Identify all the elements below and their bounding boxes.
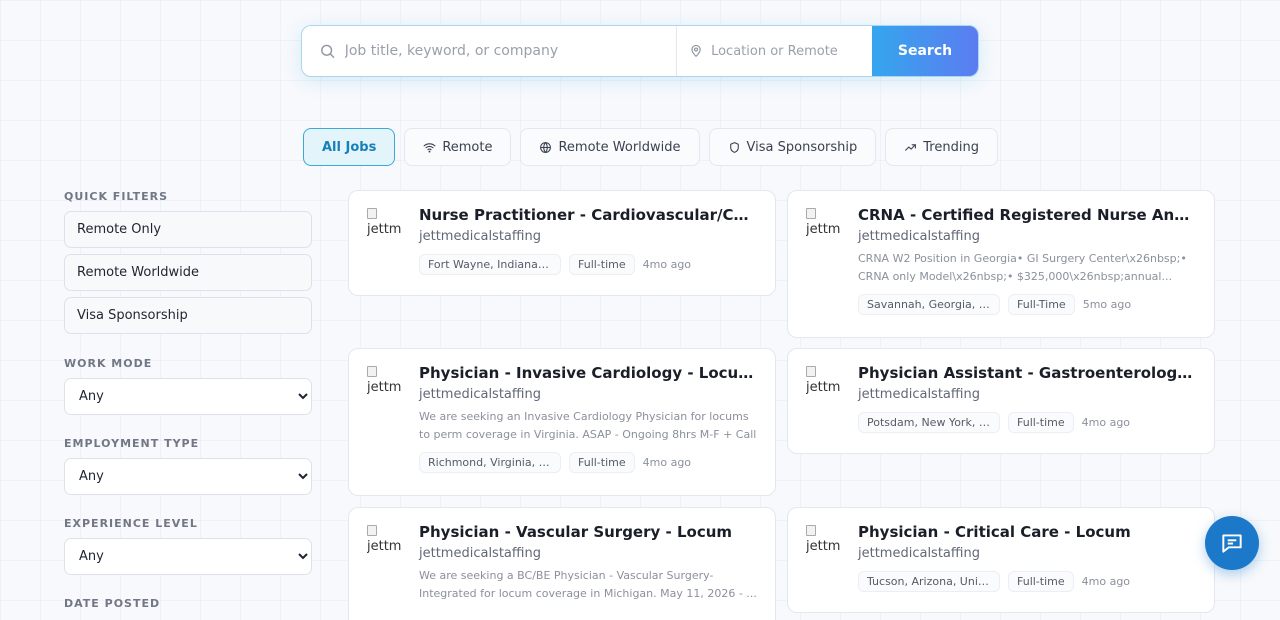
job-title[interactable]: Physician - Vascular Surgery - Locum	[419, 523, 757, 541]
location-chip: Potsdam, New York, United States	[858, 412, 1000, 433]
job-title[interactable]: CRNA - Certified Registered Nurse Anesth…	[858, 206, 1196, 224]
logo-alt-text: jettm	[367, 379, 402, 395]
work-mode-heading: WORK MODE	[64, 357, 153, 370]
job-title[interactable]: Physician - Critical Care - Locum	[858, 523, 1196, 541]
posted-ago: 4mo ago	[642, 258, 692, 271]
posted-ago: 4mo ago	[642, 456, 692, 469]
experience-level-heading: EXPERIENCE LEVEL	[64, 517, 198, 530]
job-title[interactable]: Nurse Practitioner - Cardiovascular/Card…	[419, 206, 757, 224]
logo-alt-text: jettm	[367, 538, 402, 554]
tab-label: Remote	[442, 139, 493, 155]
company-name: jettmedicalstaffing	[419, 387, 541, 402]
company-name: jettmedicalstaffing	[858, 229, 980, 244]
trending-up-icon	[905, 143, 917, 151]
company-name: jettmedicalstaffing	[858, 546, 980, 561]
posted-ago: 5mo ago	[1082, 298, 1132, 311]
employment-type-heading: EMPLOYMENT TYPE	[64, 437, 200, 450]
chat-bubble-icon	[1222, 534, 1242, 553]
company-logo: jettm	[806, 525, 846, 565]
filter-sidebar: QUICK FILTERS Remote Only Remote Worldwi…	[64, 190, 312, 618]
location-pin-icon	[691, 44, 701, 57]
job-card[interactable]: jettm Physician - Vascular Surgery - Loc…	[348, 507, 776, 620]
tab-remote-worldwide[interactable]: Remote Worldwide	[520, 128, 700, 166]
job-title[interactable]: Physician - Invasive Cardiology - Locums…	[419, 364, 757, 382]
job-description: We are seeking a BC/BE Physician - Vascu…	[419, 569, 757, 600]
company-logo: jettm	[806, 208, 846, 248]
employment-type-chip: Full-time	[1008, 412, 1074, 433]
job-category-tabs: All Jobs Remote Remote Worldwide Visa Sp…	[303, 128, 998, 166]
tab-visa-sponsorship[interactable]: Visa Sponsorship	[708, 128, 877, 166]
posted-ago: 4mo ago	[1081, 416, 1131, 429]
logo-alt-text: jettm	[806, 221, 841, 237]
tab-all-jobs[interactable]: All Jobs	[303, 128, 396, 166]
company-name: jettmedicalstaffing	[419, 229, 541, 244]
company-name: jettmedicalstaffing	[419, 546, 541, 561]
location-input[interactable]	[711, 43, 872, 59]
tab-label: Trending	[923, 139, 979, 155]
quick-filter-visa-sponsorship[interactable]: Visa Sponsorship	[64, 297, 312, 334]
job-title[interactable]: Physician Assistant - Gastroenterology -…	[858, 364, 1196, 382]
logo-alt-text: jettm	[806, 379, 841, 395]
globe-icon	[540, 141, 552, 153]
posted-ago: 4mo ago	[1081, 575, 1131, 588]
location-chip: Richmond, Virginia, United States	[419, 452, 561, 473]
quick-filter-remote-only[interactable]: Remote Only	[64, 211, 312, 248]
company-logo: jettm	[367, 525, 407, 565]
employment-type-chip: Full-time	[569, 254, 635, 275]
tab-label: All Jobs	[322, 139, 377, 155]
job-description: We are seeking an Invasive Cardiology Ph…	[419, 410, 757, 441]
tab-trending[interactable]: Trending	[885, 128, 998, 166]
experience-level-select[interactable]: Any	[64, 538, 312, 575]
chat-button[interactable]	[1205, 516, 1259, 570]
company-logo: jettm	[806, 366, 846, 406]
quick-filter-remote-worldwide[interactable]: Remote Worldwide	[64, 254, 312, 291]
quick-filters-heading: QUICK FILTERS	[64, 190, 169, 203]
location-chip: Fort Wayne, Indiana, United States	[419, 254, 561, 275]
tab-label: Visa Sponsorship	[746, 139, 858, 155]
wifi-icon	[423, 142, 436, 153]
employment-type-chip: Full-time	[569, 452, 635, 473]
date-posted-heading: DATE POSTED	[64, 597, 161, 610]
job-description: CRNA W2 Position in Georgia• GI Surgery …	[858, 252, 1187, 283]
keyword-field-wrapper	[302, 26, 677, 76]
job-card[interactable]: jettm CRNA - Certified Registered Nurse …	[787, 190, 1215, 338]
job-card[interactable]: jettm Physician - Critical Care - Locum …	[787, 507, 1215, 613]
tab-label: Remote Worldwide	[558, 139, 681, 155]
logo-alt-text: jettm	[367, 221, 402, 237]
keyword-input[interactable]	[344, 43, 676, 59]
company-logo: jettm	[367, 366, 407, 406]
employment-type-chip: Full-time	[1008, 571, 1074, 592]
location-field-wrapper	[677, 26, 872, 76]
employment-type-select[interactable]: Any	[64, 458, 312, 495]
search-icon	[321, 44, 335, 58]
shield-icon	[729, 141, 739, 153]
job-card[interactable]: jettm Nurse Practitioner - Cardiovascula…	[348, 190, 776, 296]
job-card[interactable]: jettm Physician - Invasive Cardiology - …	[348, 348, 776, 496]
search-button[interactable]: Search	[872, 26, 978, 76]
job-card[interactable]: jettm Physician Assistant - Gastroentero…	[787, 348, 1215, 454]
logo-alt-text: jettm	[806, 538, 841, 554]
work-mode-select[interactable]: Any	[64, 378, 312, 415]
employment-type-chip: Full-Time	[1008, 294, 1075, 315]
location-chip: Savannah, Georgia, United States	[858, 294, 1000, 315]
tab-remote[interactable]: Remote	[404, 128, 512, 166]
company-logo: jettm	[367, 208, 407, 248]
search-bar: Search	[301, 25, 979, 77]
location-chip: Tucson, Arizona, United States	[858, 571, 1000, 592]
company-name: jettmedicalstaffing	[858, 387, 980, 402]
